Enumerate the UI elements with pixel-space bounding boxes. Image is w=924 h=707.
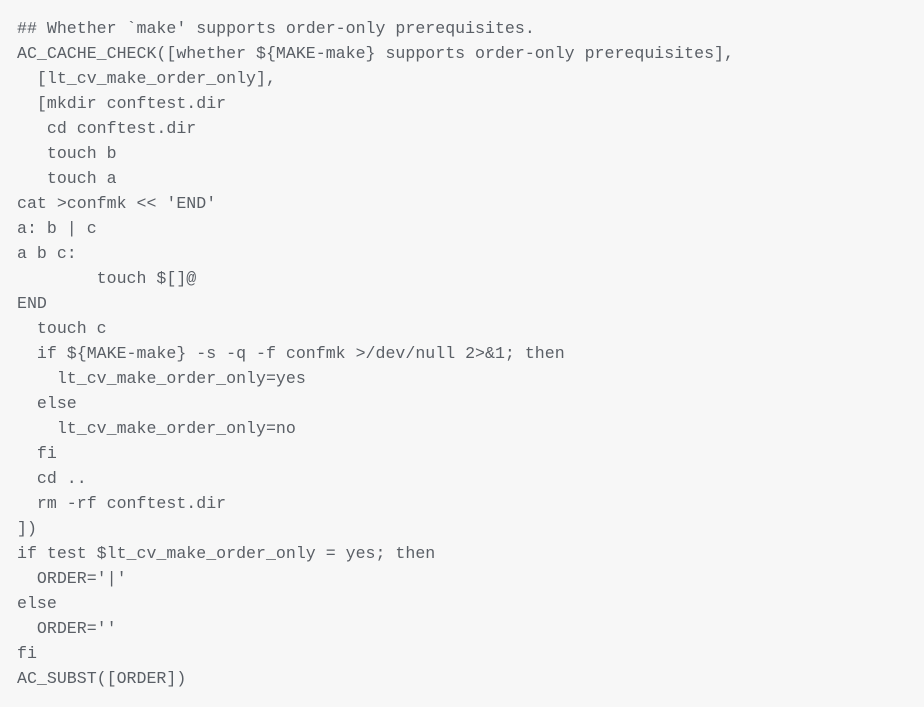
code-line: lt_cv_make_order_only=no <box>17 419 296 438</box>
code-line: fi <box>17 444 57 463</box>
code-line: a b c: <box>17 244 77 263</box>
code-line: rm -rf conftest.dir <box>17 494 227 513</box>
code-line: touch $[]@ <box>17 269 197 288</box>
code-line: cat >confmk << 'END' <box>17 194 217 213</box>
code-line: ORDER='|' <box>17 569 127 588</box>
code-line: END <box>17 294 47 313</box>
code-line: AC_SUBST([ORDER]) <box>17 669 187 688</box>
code-line: cd conftest.dir <box>17 119 197 138</box>
code-line: ORDER='' <box>17 619 117 638</box>
code-listing[interactable]: ## Whether `make' supports order-only pr… <box>0 0 924 707</box>
code-line: ]) <box>17 519 37 538</box>
code-line: lt_cv_make_order_only=yes <box>17 369 306 388</box>
code-line: a: b | c <box>17 219 97 238</box>
code-line: touch a <box>17 169 117 188</box>
code-line: else <box>17 394 77 413</box>
code-line: if test $lt_cv_make_order_only = yes; th… <box>17 544 436 563</box>
code-line: cd .. <box>17 469 87 488</box>
code-line: touch c <box>17 319 107 338</box>
code-line: fi <box>17 644 37 663</box>
code-line: touch b <box>17 144 117 163</box>
code-line: [lt_cv_make_order_only], <box>17 69 276 88</box>
code-line: if ${MAKE-make} -s -q -f confmk >/dev/nu… <box>17 344 565 363</box>
code-line: AC_CACHE_CHECK([whether ${MAKE-make} sup… <box>17 44 734 63</box>
code-line: ## Whether `make' supports order-only pr… <box>17 19 535 38</box>
code-line: else <box>17 594 57 613</box>
code-line: [mkdir conftest.dir <box>17 94 227 113</box>
